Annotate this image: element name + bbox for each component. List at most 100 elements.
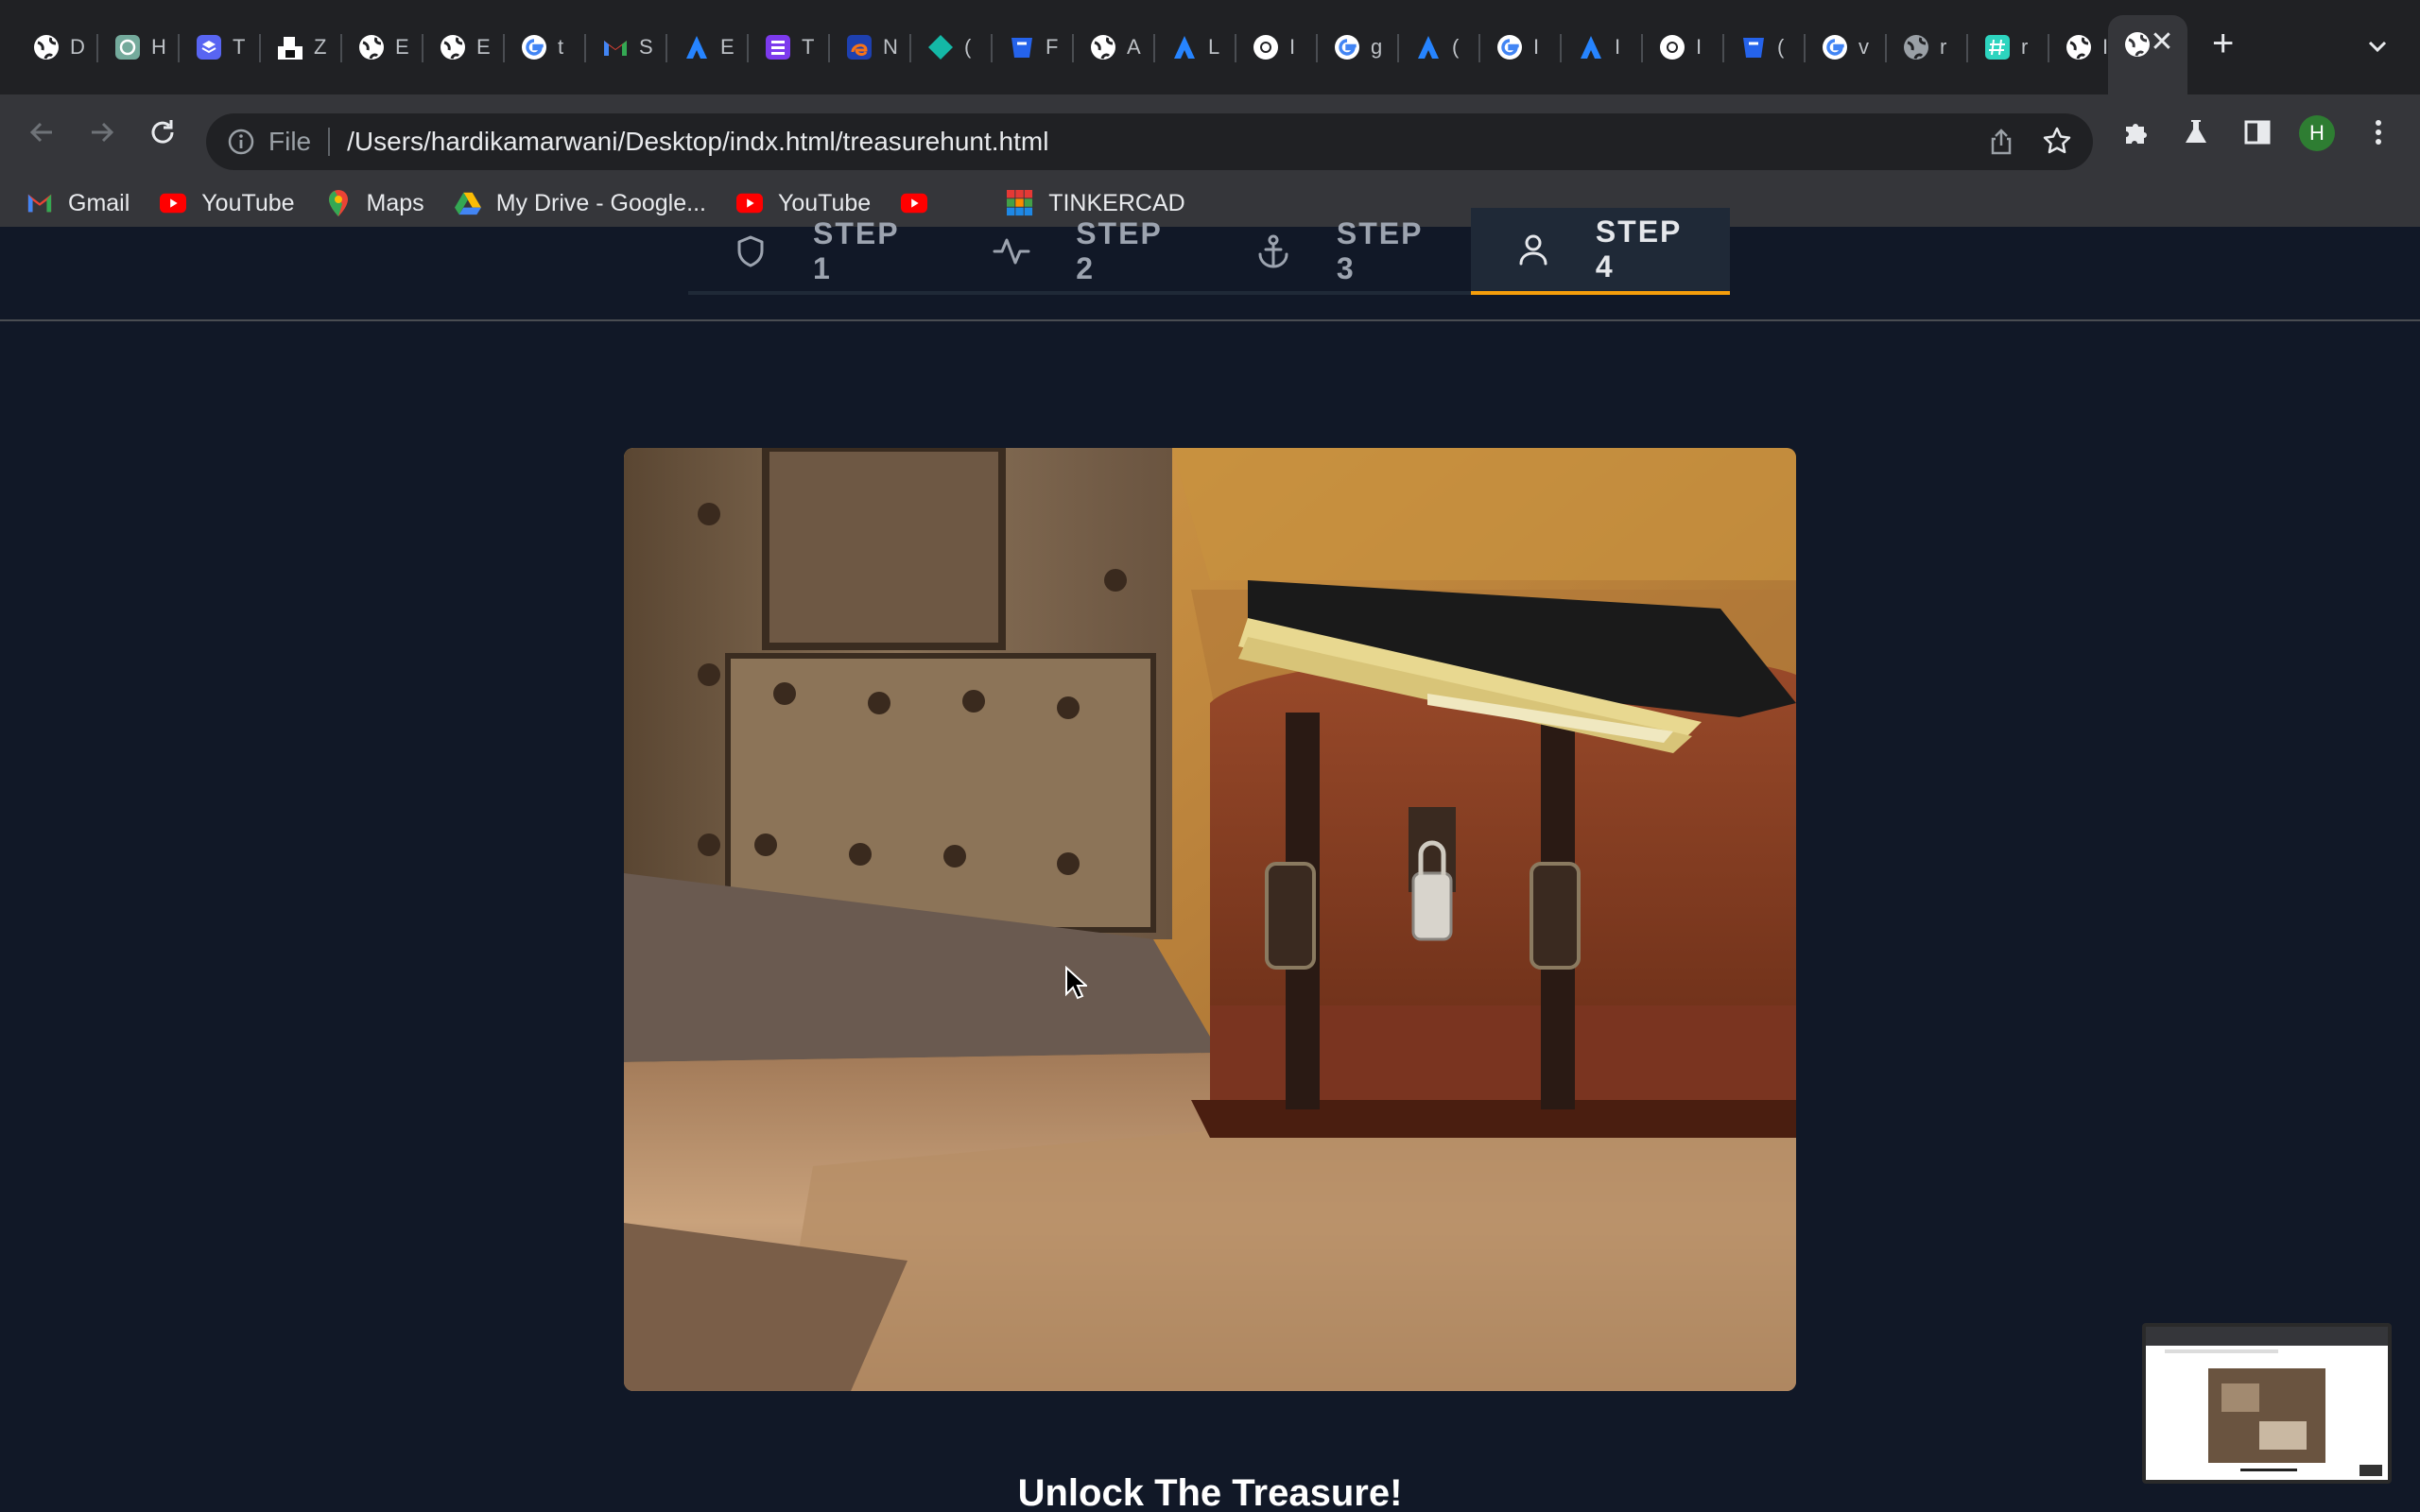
atlassian-icon bbox=[1170, 33, 1199, 61]
flask-icon bbox=[2186, 120, 2206, 143]
browser-tab[interactable]: T bbox=[180, 15, 261, 79]
tab-title: D bbox=[70, 35, 85, 59]
step-tabs: STEP 1 STEP 2 STEP 3 STEP 4 bbox=[688, 208, 1731, 295]
step-tab-2[interactable]: STEP 2 bbox=[947, 208, 1210, 295]
browser-tab[interactable]: E bbox=[342, 15, 424, 79]
close-tab-icon[interactable]: ✕ bbox=[2148, 28, 2176, 57]
bookmark-label: Gmail bbox=[68, 189, 130, 216]
treasure-chest-photo bbox=[624, 448, 1796, 1391]
google-icon bbox=[1821, 33, 1849, 61]
tab-title: I bbox=[1696, 35, 1703, 59]
back-arrow-icon bbox=[29, 122, 52, 143]
browser-tab[interactable]: g bbox=[1318, 15, 1399, 79]
maps-icon bbox=[325, 190, 352, 216]
tab-title: T bbox=[802, 35, 815, 59]
anchor-icon bbox=[1255, 233, 1314, 269]
browser-tab[interactable]: S bbox=[586, 15, 667, 79]
tab-title: Z bbox=[314, 35, 327, 59]
tab-title: I bbox=[1533, 35, 1540, 59]
tab-search-chevron-icon[interactable] bbox=[2363, 32, 2392, 60]
reload-button[interactable] bbox=[144, 113, 182, 151]
globe-icon bbox=[32, 33, 60, 61]
browser-tab[interactable]: Z bbox=[261, 15, 342, 79]
step-label: STEP 3 bbox=[1336, 216, 1423, 285]
browser-tab[interactable]: ( bbox=[911, 15, 993, 79]
step-label: STEP 2 bbox=[1076, 216, 1163, 285]
browser-tab[interactable]: I bbox=[1643, 15, 1724, 79]
browser-toolbar: File /Users/hardikamarwani/Desktop/indx.… bbox=[0, 94, 2420, 321]
tab-title: ( bbox=[964, 35, 972, 59]
browser-tab[interactable]: E bbox=[667, 15, 749, 79]
browser-tab[interactable]: t bbox=[505, 15, 586, 79]
gmail-icon bbox=[26, 190, 53, 216]
reload-icon bbox=[151, 120, 174, 144]
profile-avatar[interactable]: H bbox=[2299, 115, 2335, 151]
globe-icon bbox=[357, 33, 386, 61]
step-label: STEP 1 bbox=[813, 216, 899, 285]
share-icon[interactable] bbox=[1987, 128, 2015, 156]
extensions-button[interactable] bbox=[2118, 113, 2155, 151]
step-tab-3[interactable]: STEP 3 bbox=[1210, 208, 1471, 295]
browser-tab[interactable]: I bbox=[1562, 15, 1643, 79]
bucket-icon bbox=[1008, 33, 1036, 61]
browser-tab[interactable]: r bbox=[1887, 15, 1968, 79]
side-panel-button[interactable] bbox=[2238, 113, 2276, 151]
globe-icon bbox=[2065, 33, 2093, 61]
bookmark-item[interactable]: Maps bbox=[325, 190, 424, 217]
shield-icon bbox=[734, 234, 790, 268]
kebab-menu-icon bbox=[2376, 120, 2381, 145]
puzzle-icon bbox=[2126, 124, 2147, 144]
info-icon[interactable] bbox=[227, 128, 255, 156]
step-tab-1[interactable]: STEP 1 bbox=[688, 208, 947, 295]
url-text[interactable]: /Users/hardikamarwani/Desktop/indx.html/… bbox=[347, 127, 1048, 157]
google-icon bbox=[520, 33, 548, 61]
browser-tab[interactable]: E bbox=[424, 15, 505, 79]
new-tab-button[interactable]: + bbox=[2212, 25, 2234, 62]
browser-tab[interactable]: F bbox=[993, 15, 1074, 79]
bookmark-label: YouTube bbox=[201, 189, 295, 216]
browser-tab[interactable]: N bbox=[830, 15, 911, 79]
menu-button[interactable] bbox=[2360, 113, 2397, 151]
tab-title: A bbox=[1127, 35, 1141, 59]
globe-icon bbox=[439, 33, 467, 61]
gmail-icon bbox=[601, 33, 630, 61]
labs-button[interactable] bbox=[2177, 113, 2215, 151]
screen-recording-thumbnail[interactable] bbox=[2142, 1323, 2392, 1484]
chrome-icon bbox=[1252, 33, 1280, 61]
bookmark-label: Maps bbox=[366, 189, 424, 216]
mouse-cursor-icon bbox=[1064, 965, 1089, 1005]
address-bar[interactable]: File /Users/hardikamarwani/Desktop/indx.… bbox=[206, 113, 2093, 170]
tab-title: r bbox=[1940, 35, 1947, 59]
tab-list: D H T Z E Et S E T N(F A L Ig(I I I(v r r I bbox=[17, 15, 2131, 79]
chatgpt-icon bbox=[113, 33, 142, 61]
forward-button[interactable] bbox=[83, 113, 121, 151]
browser-tab[interactable]: T bbox=[749, 15, 830, 79]
step-label: STEP 4 bbox=[1595, 215, 1682, 284]
bookmark-item[interactable]: YouTube bbox=[160, 189, 295, 217]
chrome-icon bbox=[1658, 33, 1686, 61]
browser-tab[interactable]: ( bbox=[1724, 15, 1806, 79]
atlassian-icon bbox=[1577, 33, 1605, 61]
atlassian-icon bbox=[1414, 33, 1443, 61]
browser-tab[interactable]: I bbox=[1480, 15, 1562, 79]
diamond-icon bbox=[926, 33, 955, 61]
bookmark-star-icon[interactable] bbox=[2042, 126, 2072, 156]
browser-tab[interactable]: L bbox=[1155, 15, 1236, 79]
browser-tab[interactable]: H bbox=[98, 15, 180, 79]
back-button[interactable] bbox=[23, 113, 60, 151]
hash-icon bbox=[1983, 33, 2012, 61]
tab-title: E bbox=[476, 35, 491, 59]
bookmark-item[interactable]: My Drive - Google... bbox=[454, 190, 706, 217]
bookmark-item[interactable]: Gmail bbox=[26, 190, 130, 217]
tab-title: I bbox=[1289, 35, 1296, 59]
browser-tab[interactable]: ( bbox=[1399, 15, 1480, 79]
browser-tab[interactable]: v bbox=[1806, 15, 1887, 79]
browser-tab[interactable]: D bbox=[17, 15, 98, 79]
step-tab-4[interactable]: STEP 4 bbox=[1470, 208, 1731, 295]
browser-tab[interactable]: I bbox=[1236, 15, 1318, 79]
forward-arrow-icon bbox=[92, 122, 114, 143]
browser-tab[interactable]: r bbox=[1968, 15, 2049, 79]
browser-tab[interactable]: A bbox=[1074, 15, 1155, 79]
tab-title: E bbox=[720, 35, 735, 59]
atlassian-icon bbox=[683, 33, 711, 61]
